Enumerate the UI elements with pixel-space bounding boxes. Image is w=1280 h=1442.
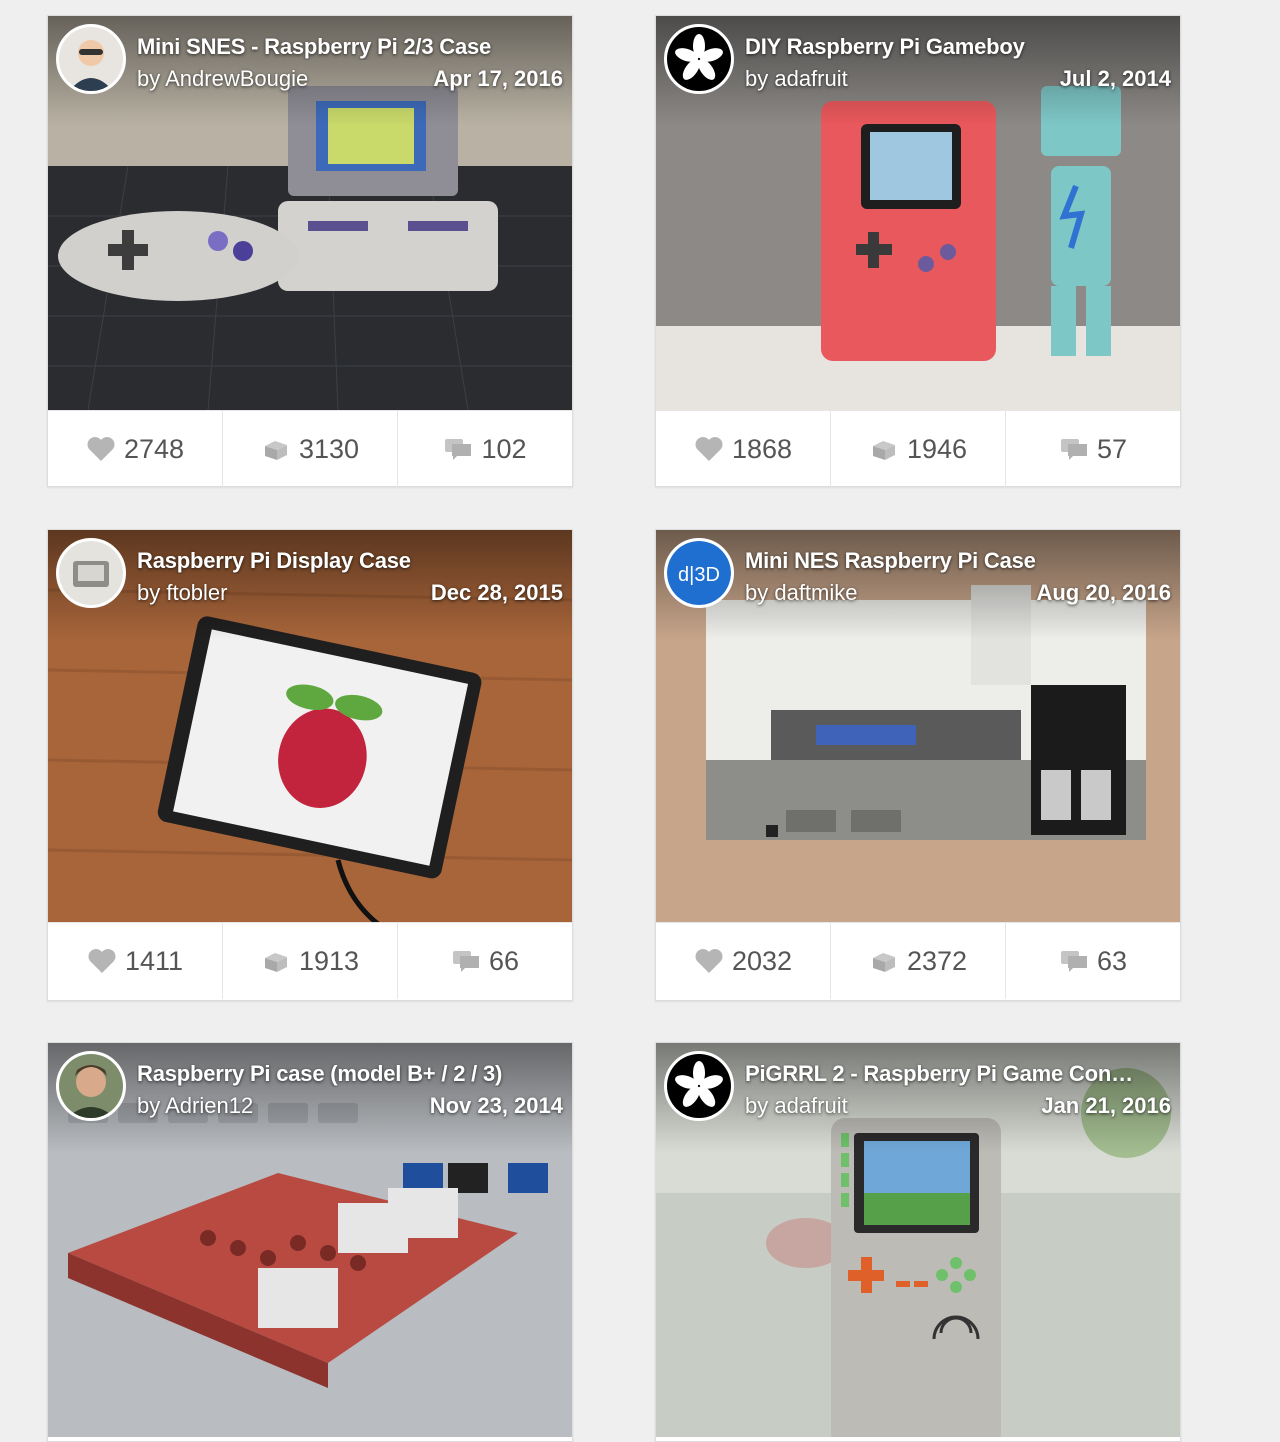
collect-button[interactable]: 1946 — [831, 411, 1006, 487]
thing-stats: 2748 3130 102 — [48, 410, 572, 487]
thing-thumbnail[interactable]: d|3D Mini NES Raspberry Pi Case by daftm… — [656, 530, 1180, 922]
thing-card[interactable]: PiGRRL 2 - Raspberry Pi Game Con… by ada… — [655, 1042, 1181, 1442]
comment-count: 102 — [481, 433, 527, 464]
author-name[interactable]: by AndrewBougie — [137, 66, 308, 92]
like-button[interactable]: 1868 — [656, 411, 831, 487]
collect-count: 1913 — [298, 945, 360, 976]
author-name[interactable]: by ftobler — [137, 580, 228, 606]
publish-date: Jan 21, 2016 — [1041, 1093, 1171, 1118]
thing-thumbnail[interactable]: DIY Raspberry Pi Gameboy by adafruit Jul… — [656, 16, 1180, 410]
author-avatar[interactable] — [664, 1051, 734, 1121]
heart-icon — [695, 437, 723, 461]
comment-button[interactable]: 63 — [1006, 923, 1180, 999]
collect-button[interactable]: 3130 — [223, 411, 398, 487]
like-count: 1411 — [124, 945, 184, 976]
thing-meta: by AndrewBougie Apr 17, 2016 — [137, 66, 563, 92]
publish-date: Nov 23, 2014 — [429, 1093, 563, 1118]
comment-button[interactable]: 102 — [398, 411, 572, 487]
comment-icon — [445, 439, 472, 460]
thing-meta: by Adrien12 Nov 23, 2014 — [137, 1093, 563, 1119]
author-avatar[interactable]: d|3D — [664, 538, 734, 608]
comment-button[interactable]: 66 — [398, 923, 572, 999]
collection-icon — [264, 953, 287, 972]
avatar-initials: d|3D — [678, 564, 720, 586]
collect-count: 2372 — [906, 945, 968, 976]
thing-stats: 2032 2372 63 — [656, 922, 1180, 999]
author-avatar[interactable] — [56, 1051, 126, 1121]
thing-title[interactable]: Mini SNES - Raspberry Pi 2/3 Case — [137, 34, 567, 60]
collect-count: 3130 — [298, 433, 360, 464]
author-name[interactable]: by adafruit — [745, 66, 848, 92]
like-button[interactable]: 2032 — [656, 923, 831, 999]
like-button[interactable]: 2748 — [48, 411, 223, 487]
publish-date: Apr 17, 2016 — [433, 66, 563, 91]
thing-thumbnail[interactable]: Raspberry Pi case (model B+ / 2 / 3) by … — [48, 1043, 572, 1437]
publish-date: Jul 2, 2014 — [1059, 66, 1171, 91]
comment-icon — [1060, 951, 1087, 972]
collection-icon — [872, 441, 895, 460]
thing-title[interactable]: Raspberry Pi case (model B+ / 2 / 3) — [137, 1061, 567, 1087]
collect-button[interactable]: 2372 — [831, 923, 1006, 999]
thing-thumbnail[interactable]: PiGRRL 2 - Raspberry Pi Game Con… by ada… — [656, 1043, 1180, 1437]
thing-card[interactable]: Raspberry Pi case (model B+ / 2 / 3) by … — [47, 1042, 573, 1442]
author-avatar[interactable] — [664, 24, 734, 94]
like-button[interactable]: 1411 — [48, 923, 223, 999]
comment-count: 63 — [1096, 945, 1128, 976]
thing-thumbnail[interactable]: Mini SNES - Raspberry Pi 2/3 Case by And… — [48, 16, 572, 410]
heart-icon — [695, 949, 723, 973]
comment-count: 66 — [488, 945, 520, 976]
like-count: 1868 — [731, 433, 793, 464]
thing-meta: by ftobler Dec 28, 2015 — [137, 580, 563, 606]
heart-icon — [87, 437, 115, 461]
thing-title[interactable]: Mini NES Raspberry Pi Case — [745, 548, 1175, 574]
author-name[interactable]: by Adrien12 — [137, 1093, 253, 1119]
thing-grid: Mini SNES - Raspberry Pi 2/3 Case by And… — [0, 0, 1280, 1442]
thing-title[interactable]: DIY Raspberry Pi Gameboy — [745, 34, 1175, 60]
thing-card[interactable]: d|3D Mini NES Raspberry Pi Case by daftm… — [655, 529, 1181, 1001]
author-name[interactable]: by daftmike — [745, 580, 858, 606]
collection-icon — [872, 953, 895, 972]
thing-title[interactable]: PiGRRL 2 - Raspberry Pi Game Con… — [745, 1061, 1175, 1087]
collection-icon — [264, 441, 287, 460]
author-avatar[interactable] — [56, 538, 126, 608]
thing-meta: by adafruit Jul 2, 2014 — [745, 66, 1171, 92]
author-name[interactable]: by adafruit — [745, 1093, 848, 1119]
thing-thumbnail[interactable]: Raspberry Pi Display Case by ftobler Dec… — [48, 530, 572, 922]
like-count: 2032 — [731, 945, 793, 976]
heart-icon — [88, 949, 116, 973]
thing-stats: 1411 1913 66 — [48, 922, 572, 999]
like-count: 2748 — [123, 433, 185, 464]
comment-icon — [1060, 439, 1087, 460]
thing-meta: by adafruit Jan 21, 2016 — [745, 1093, 1171, 1119]
thing-card[interactable]: Mini SNES - Raspberry Pi 2/3 Case by And… — [47, 15, 573, 487]
thing-stats: 1868 1946 57 — [656, 410, 1180, 487]
publish-date: Aug 20, 2016 — [1036, 580, 1171, 605]
collect-count: 1946 — [906, 433, 968, 464]
publish-date: Dec 28, 2015 — [430, 580, 563, 605]
thing-card[interactable]: DIY Raspberry Pi Gameboy by adafruit Jul… — [655, 15, 1181, 487]
collect-button[interactable]: 1913 — [223, 923, 398, 999]
comment-count: 57 — [1096, 433, 1128, 464]
thing-meta: by daftmike Aug 20, 2016 — [745, 580, 1171, 606]
author-avatar[interactable] — [56, 24, 126, 94]
comment-icon — [452, 951, 479, 972]
thing-card[interactable]: Raspberry Pi Display Case by ftobler Dec… — [47, 529, 573, 1001]
thing-title[interactable]: Raspberry Pi Display Case — [137, 548, 567, 574]
comment-button[interactable]: 57 — [1006, 411, 1180, 487]
